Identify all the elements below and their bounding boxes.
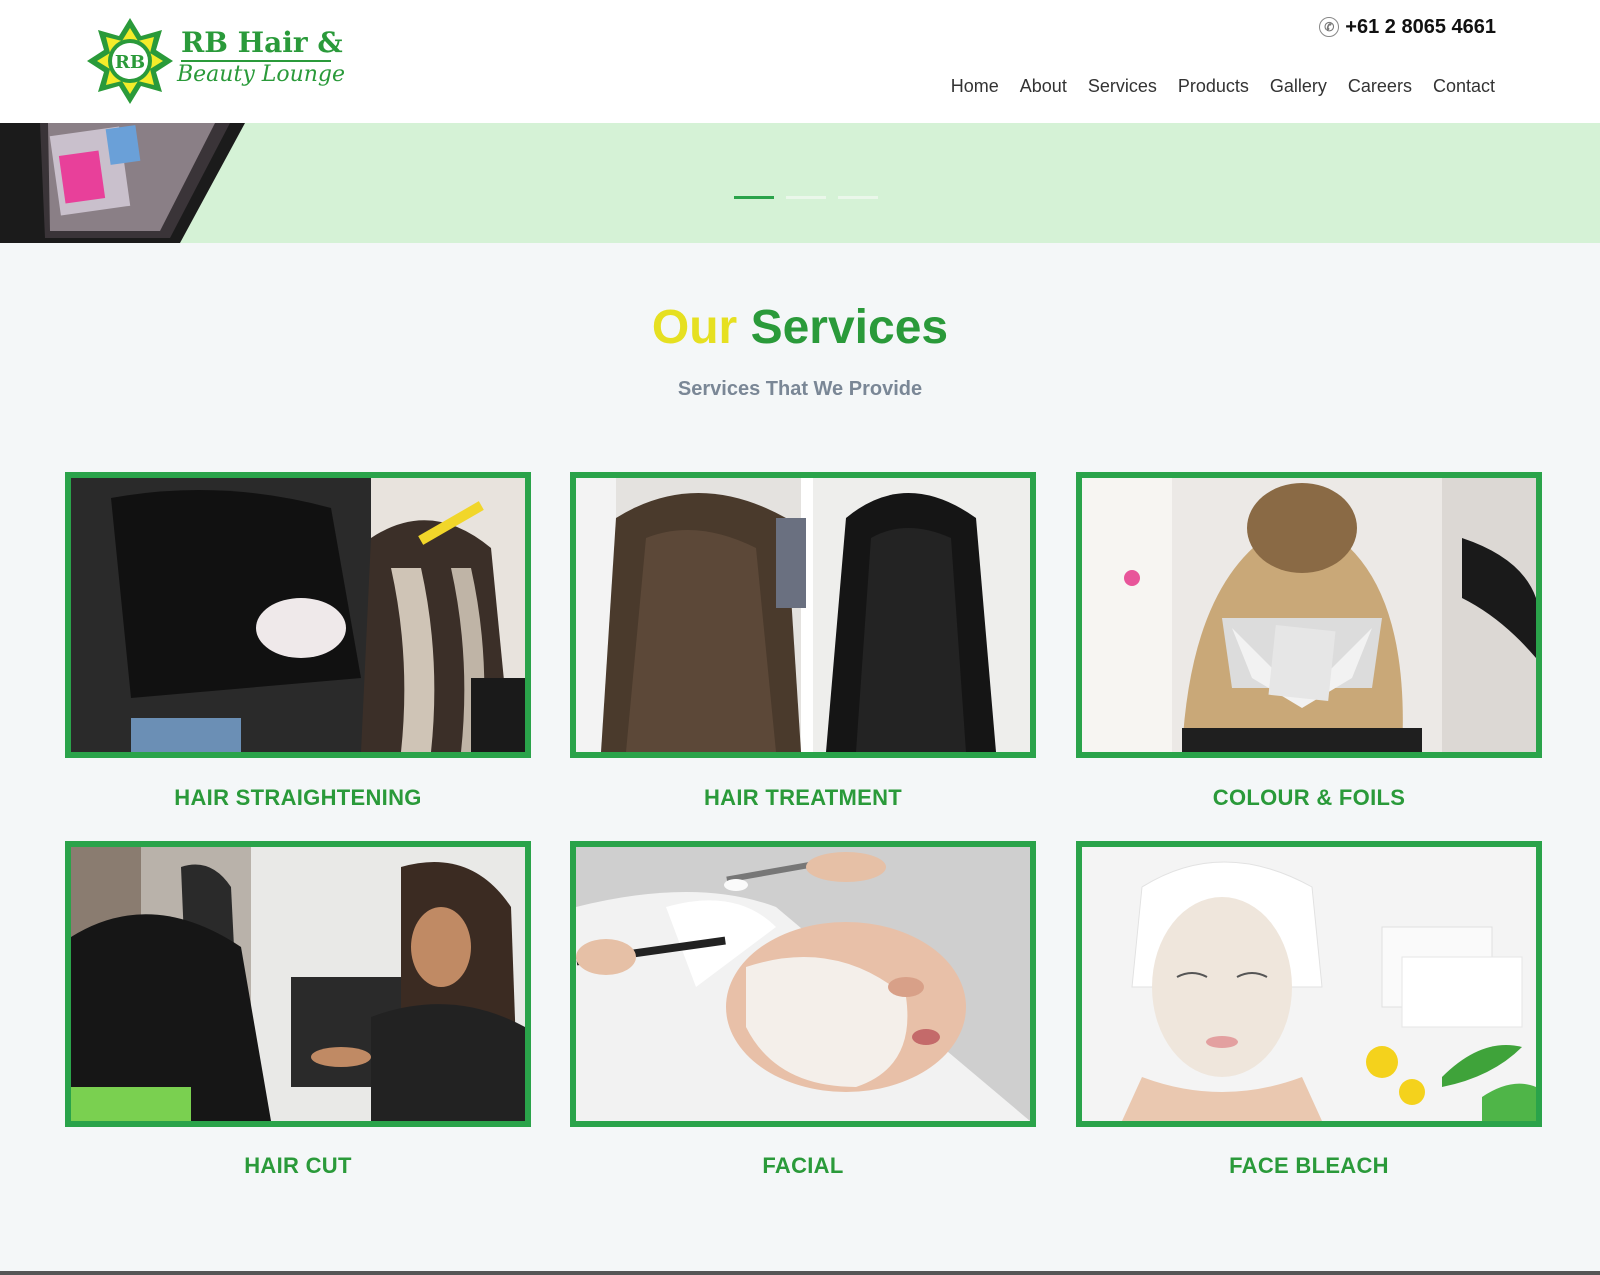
- service-photo: [71, 847, 525, 1121]
- footer-edge: [0, 1271, 1600, 1275]
- hero-slide-photo: [0, 123, 245, 243]
- service-card-hair-cut[interactable]: [65, 841, 531, 1127]
- service-card-colour-foils[interactable]: [1076, 472, 1542, 758]
- site-header: RB RB Hair & Beauty Lounge ✆ +61 2 8065 …: [0, 0, 1600, 123]
- service-label[interactable]: HAIR CUT: [65, 1153, 531, 1179]
- slider-dot-2[interactable]: [786, 196, 826, 199]
- slider-dots: [734, 196, 878, 199]
- service-label[interactable]: FACIAL: [570, 1153, 1036, 1179]
- service-card-hair-straightening[interactable]: [65, 472, 531, 758]
- service-label[interactable]: HAIR STRAIGHTENING: [65, 785, 531, 811]
- service-card-hair-treatment[interactable]: [570, 472, 1036, 758]
- nav-about[interactable]: About: [1020, 76, 1067, 97]
- nav-services[interactable]: Services: [1088, 76, 1157, 97]
- service-photo: [576, 847, 1030, 1121]
- brand-tagline: Beauty Lounge: [177, 62, 346, 87]
- logo-letters: RB: [115, 52, 145, 73]
- section-subtitle: Services That We Provide: [677, 378, 923, 400]
- phone-icon: ✆: [1319, 17, 1340, 37]
- nav-contact[interactable]: Contact: [1433, 76, 1495, 97]
- nav-home[interactable]: Home: [951, 76, 999, 97]
- service-label[interactable]: HAIR TREATMENT: [570, 785, 1036, 811]
- hero-slider: [0, 123, 1600, 243]
- nav-gallery[interactable]: Gallery: [1270, 76, 1327, 97]
- service-photo: [576, 478, 1030, 752]
- nav-careers[interactable]: Careers: [1348, 76, 1412, 97]
- service-card-face-bleach[interactable]: [1076, 841, 1542, 1127]
- service-label[interactable]: COLOUR & FOILS: [1076, 785, 1542, 811]
- service-photo: [1082, 478, 1536, 752]
- phone-number: +61 2 8065 4661: [1345, 15, 1496, 38]
- service-label[interactable]: FACE BLEACH: [1076, 1153, 1542, 1179]
- service-photo: [71, 478, 525, 752]
- logo-star-icon: RB: [87, 18, 173, 104]
- slider-dot-3[interactable]: [838, 196, 878, 199]
- section-title-our: Our: [651, 301, 738, 354]
- nav-products[interactable]: Products: [1178, 76, 1249, 97]
- section-title-services: Services: [750, 301, 949, 354]
- brand-logo[interactable]: RB RB Hair & Beauty Lounge: [85, 16, 345, 106]
- phone-contact[interactable]: ✆ +61 2 8065 4661: [1319, 14, 1496, 40]
- main-nav: Home About Services Products Gallery Car…: [951, 76, 1495, 97]
- slider-dot-1[interactable]: [734, 196, 774, 199]
- section-title: Our Services: [0, 300, 1600, 355]
- service-card-facial[interactable]: [570, 841, 1036, 1127]
- service-photo: [1082, 847, 1536, 1121]
- brand-name: RB Hair &: [181, 26, 343, 59]
